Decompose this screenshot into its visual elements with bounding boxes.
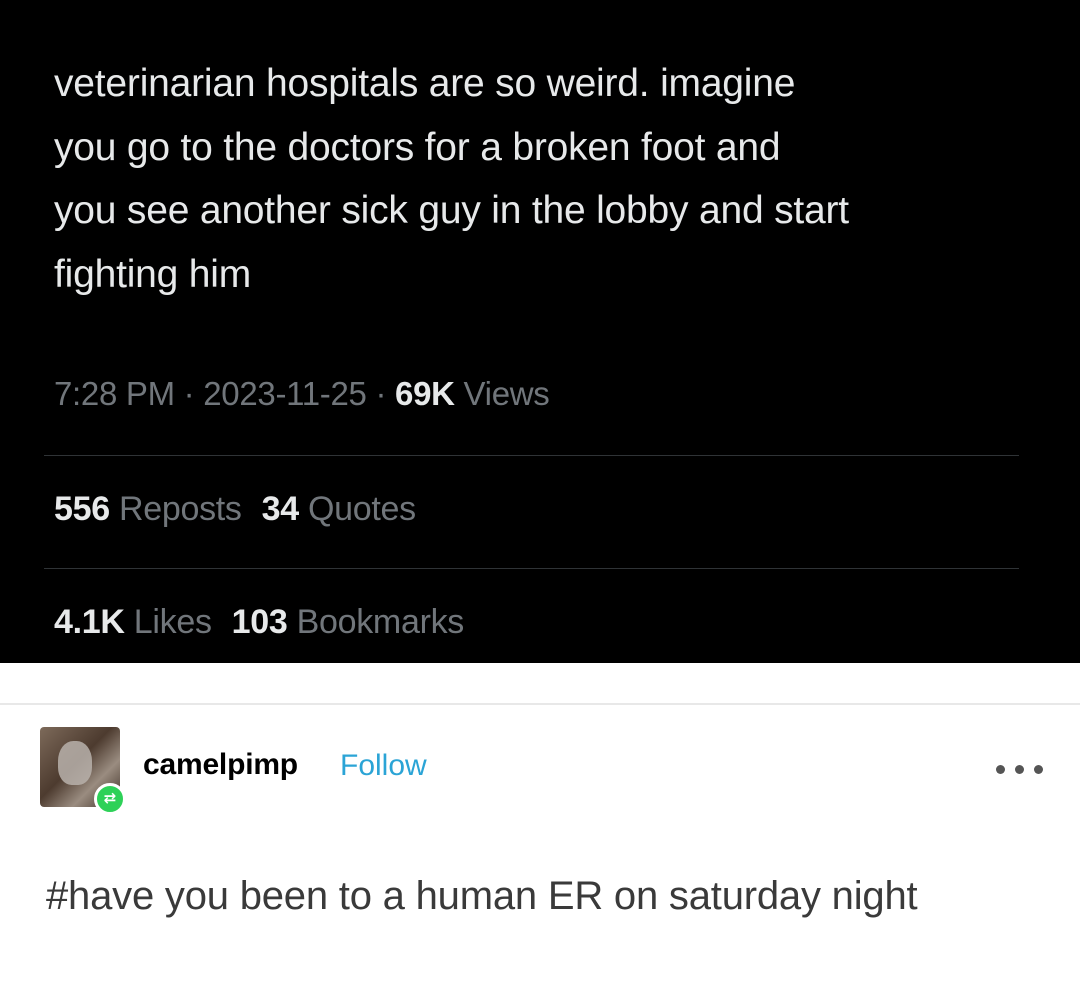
more-options-icon[interactable] <box>992 752 1048 782</box>
follow-button[interactable]: Follow <box>340 749 427 783</box>
like-stats: 4.1K Likes 103 Bookmarks <box>54 603 464 642</box>
quotes-label[interactable]: Quotes <box>308 490 416 528</box>
reposts-label[interactable]: Reposts <box>119 490 242 528</box>
quotes-count: 34 <box>261 490 300 528</box>
likes-label[interactable]: Likes <box>134 603 212 641</box>
repost-stats: 556 Reposts 34 Quotes <box>54 490 416 529</box>
tweet-date: 2023-11-25 <box>203 375 367 412</box>
tweet-screenshot: veterinarian hospitals are so weird. ima… <box>0 0 1080 663</box>
divider <box>44 455 1019 456</box>
views-label: Views <box>463 375 550 412</box>
reblog-icon: ⇄ <box>94 783 126 815</box>
tweet-meta: 7:28 PM · 2023-11-25 · 69K Views <box>54 375 550 413</box>
views-count: 69K <box>395 375 455 412</box>
likes-count: 4.1K <box>54 603 125 641</box>
avatar[interactable]: ⇄ <box>40 727 126 815</box>
username[interactable]: camelpimp <box>143 748 298 782</box>
bookmarks-label[interactable]: Bookmarks <box>297 603 465 641</box>
bookmarks-count: 103 <box>231 603 288 641</box>
post-tag[interactable]: #have you been to a human ER on saturday… <box>46 860 1046 932</box>
tweet-text: veterinarian hospitals are so weird. ima… <box>54 62 849 296</box>
tweet-time: 7:28 PM <box>54 375 175 412</box>
meta-separator: · <box>174 375 204 412</box>
divider <box>44 568 1019 569</box>
post-separator <box>0 703 1080 705</box>
avatar-photo-icon <box>58 741 92 785</box>
dot <box>1034 765 1043 774</box>
dot <box>996 765 1005 774</box>
meta-separator: · <box>366 375 396 412</box>
reposts-count: 556 <box>54 490 110 528</box>
dot <box>1015 765 1024 774</box>
